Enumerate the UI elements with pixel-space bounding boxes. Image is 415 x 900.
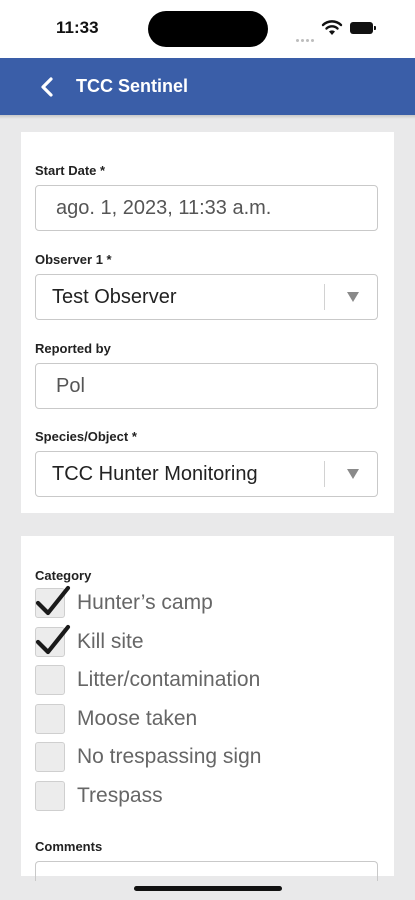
- reported-by-value: Pol: [56, 375, 85, 397]
- category-card: Category Hunter’s camp Kill site Litter/co…: [21, 536, 394, 881]
- chevron-down-icon: [347, 469, 359, 479]
- battery-icon: [350, 22, 376, 34]
- species-label: Species/Object *: [35, 429, 137, 444]
- category-option[interactable]: Litter/contamination: [35, 665, 375, 697]
- species-select[interactable]: TCC Hunter Monitoring: [35, 451, 378, 497]
- start-date-field[interactable]: ago. 1, 2023, 11:33 a.m.: [35, 185, 378, 231]
- start-date-label: Start Date *: [35, 163, 106, 178]
- comments-label: Comments: [35, 839, 103, 854]
- home-indicator: [134, 886, 282, 891]
- chevron-down-icon: [347, 292, 359, 302]
- category-label: Category: [35, 568, 92, 583]
- category-option-label: Trespass: [77, 784, 163, 807]
- checkbox[interactable]: [35, 703, 65, 734]
- status-time: 11:33: [56, 18, 99, 37]
- observer-select[interactable]: Test Observer: [35, 274, 378, 320]
- category-option[interactable]: Trespass: [35, 781, 375, 813]
- category-option-label: No trespassing sign: [77, 745, 262, 769]
- reported-by-label: Reported by: [35, 341, 111, 356]
- status-bar: 11:33: [0, 0, 415, 58]
- back-button[interactable]: [36, 74, 60, 100]
- select-divider: [324, 284, 325, 310]
- category-option-label: Moose taken: [77, 706, 198, 730]
- dynamic-island: [148, 11, 268, 47]
- select-divider: [324, 461, 325, 487]
- start-date-value: ago. 1, 2023, 11:33 a.m.: [56, 197, 272, 219]
- checkbox[interactable]: [35, 665, 65, 696]
- checkmark-icon: [35, 624, 71, 654]
- category-option-label: Litter/contamination: [77, 668, 261, 692]
- reported-by-field[interactable]: Pol: [35, 363, 378, 409]
- category-option[interactable]: Hunter’s camp: [35, 585, 375, 620]
- species-value: TCC Hunter Monitoring: [52, 463, 258, 485]
- wifi-icon: [321, 20, 343, 35]
- observer-label: Observer 1 *: [35, 252, 112, 267]
- observer-value: Test Observer: [52, 286, 177, 308]
- category-option-label: Kill site: [77, 629, 144, 653]
- signal-dots-icon: [296, 29, 316, 47]
- checkmark-icon: [35, 585, 71, 616]
- category-option[interactable]: Kill site: [35, 624, 375, 659]
- checkbox[interactable]: [35, 742, 65, 773]
- checkbox[interactable]: [35, 781, 65, 811]
- chevron-left-icon: [41, 77, 53, 97]
- category-option[interactable]: No trespassing sign: [35, 742, 375, 774]
- comments-field[interactable]: [35, 861, 378, 881]
- category-option-label: Hunter’s camp: [77, 591, 213, 614]
- nav-shadow: [0, 115, 415, 119]
- details-card: Start Date * ago. 1, 2023, 11:33 a.m. Ob…: [21, 132, 394, 513]
- nav-bar: TCC Sentinel: [0, 58, 415, 115]
- page-title: TCC Sentinel: [76, 76, 189, 96]
- category-option[interactable]: Moose taken: [35, 703, 375, 736]
